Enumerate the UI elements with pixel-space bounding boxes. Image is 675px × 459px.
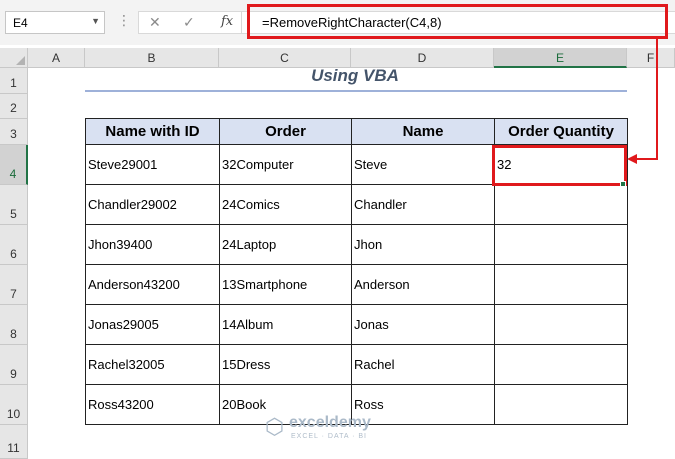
cell-c5[interactable]: 24Comics <box>219 184 352 225</box>
select-all-icon <box>16 56 25 65</box>
row-header-5[interactable]: 5 <box>0 185 28 225</box>
cell-e10[interactable] <box>494 384 628 425</box>
sheet-title[interactable]: Using VBA <box>85 66 625 90</box>
formula-buttons: ✕ ✓ fx <box>138 11 242 34</box>
row-number: 3 <box>10 127 17 141</box>
name-box-value: E4 <box>13 16 28 30</box>
row-number: 11 <box>7 441 20 455</box>
cell-b9[interactable]: Rachel32005 <box>85 344 220 385</box>
header-name-with-id[interactable]: Name with ID <box>85 118 220 145</box>
row-header-7[interactable]: 7 <box>0 265 28 305</box>
row-number: 8 <box>10 327 17 341</box>
cell-e5[interactable] <box>494 184 628 225</box>
table-row: Chandler29002 24Comics Chandler <box>85 184 628 225</box>
cell-d7[interactable]: Anderson <box>351 264 495 305</box>
row-header-9[interactable]: 9 <box>0 345 28 385</box>
cell-d8[interactable]: Jonas <box>351 304 495 345</box>
table-row: Rachel32005 15Dress Rachel <box>85 344 628 385</box>
watermark-logo: ⬡ exceldemy EXCEL · DATA · BI <box>265 413 415 441</box>
row-header-8[interactable]: 8 <box>0 305 28 345</box>
row-number: 6 <box>10 247 17 261</box>
cell-d4[interactable]: Steve <box>351 144 495 185</box>
table-row: Anderson43200 13Smartphone Anderson <box>85 264 628 305</box>
enter-icon[interactable]: ✓ <box>183 14 195 31</box>
select-all-corner[interactable] <box>0 48 28 68</box>
watermark-tagline: EXCEL · DATA · BI <box>291 433 367 440</box>
more-vertical-icon[interactable]: ⋮ <box>117 12 132 29</box>
cell-b5[interactable]: Chandler29002 <box>85 184 220 225</box>
row-number: 10 <box>6 407 21 421</box>
cell-b4[interactable]: Steve29001 <box>85 144 220 185</box>
column-header-a[interactable]: A <box>28 48 85 68</box>
cell-e7[interactable] <box>494 264 628 305</box>
cell-c8[interactable]: 14Album <box>219 304 352 345</box>
row-header-1[interactable]: 1 <box>0 68 28 94</box>
watermark-name: exceldemy <box>289 414 371 431</box>
exceldemy-logo-icon: ⬡ <box>265 414 285 439</box>
row-header-2[interactable]: 2 <box>0 94 28 119</box>
table-row: Jonas29005 14Album Jonas <box>85 304 628 345</box>
row-number: 1 <box>10 76 17 90</box>
table-header-row: Name with ID Order Name Order Quantity <box>85 118 628 145</box>
cell-e6[interactable] <box>494 224 628 265</box>
column-header-f[interactable]: F <box>627 48 675 68</box>
row-header-11[interactable]: 11 <box>0 425 28 459</box>
row-header-6[interactable]: 6 <box>0 225 28 265</box>
header-order-quantity[interactable]: Order Quantity <box>494 118 628 145</box>
cell-b6[interactable]: Jhon39400 <box>85 224 220 265</box>
row-number: 4 <box>9 167 17 181</box>
cell-b7[interactable]: Anderson43200 <box>85 264 220 305</box>
row-number: 5 <box>10 207 17 221</box>
table-row: Jhon39400 24Laptop Jhon <box>85 224 628 265</box>
column-header-d[interactable]: D <box>351 48 494 68</box>
cell-b10[interactable]: Ross43200 <box>85 384 220 425</box>
cell-c7[interactable]: 13Smartphone <box>219 264 352 305</box>
chevron-down-icon[interactable]: ▼ <box>91 16 100 26</box>
active-cell-highlight <box>492 145 627 186</box>
cell-c9[interactable]: 15Dress <box>219 344 352 385</box>
row-number: 9 <box>10 367 17 381</box>
column-header-b[interactable]: B <box>85 48 219 68</box>
cancel-icon[interactable]: ✕ <box>149 14 161 31</box>
name-box[interactable]: E4 ▼ <box>5 11 105 34</box>
arrow-head-icon <box>627 154 637 164</box>
cell-d5[interactable]: Chandler <box>351 184 495 225</box>
insert-function-icon[interactable]: fx <box>221 14 233 29</box>
formula-highlight-box <box>247 4 668 39</box>
callout-connector-horizontal <box>636 158 658 160</box>
cell-e8[interactable] <box>494 304 628 345</box>
header-order[interactable]: Order <box>219 118 352 145</box>
cell-b8[interactable]: Jonas29005 <box>85 304 220 345</box>
header-name[interactable]: Name <box>351 118 495 145</box>
title-underline <box>85 90 627 92</box>
cell-c6[interactable]: 24Laptop <box>219 224 352 265</box>
cell-c4[interactable]: 32Computer <box>219 144 352 185</box>
column-header-e[interactable]: E <box>494 48 627 68</box>
row-number: 7 <box>10 287 17 301</box>
cell-e9[interactable] <box>494 344 628 385</box>
row-header-10[interactable]: 10 <box>0 385 28 425</box>
cell-d9[interactable]: Rachel <box>351 344 495 385</box>
fill-handle[interactable] <box>620 181 626 187</box>
cell-d6[interactable]: Jhon <box>351 224 495 265</box>
row-number: 2 <box>10 101 17 115</box>
row-header-4[interactable]: 4 <box>0 145 28 185</box>
row-header-3[interactable]: 3 <box>0 119 28 145</box>
column-header-c[interactable]: C <box>219 48 351 68</box>
callout-connector-vertical <box>656 39 658 160</box>
